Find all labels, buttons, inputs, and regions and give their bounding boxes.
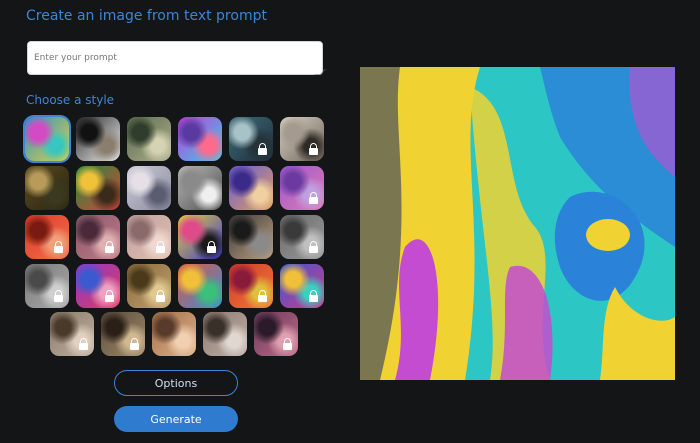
style-earth-texture-tile[interactable] xyxy=(127,264,171,308)
art-yellow-blob xyxy=(586,219,630,251)
style-ballet-thumbnail xyxy=(127,166,171,210)
style-architecture-thumbnail xyxy=(229,215,273,259)
style-icons-grid-thumbnail xyxy=(178,264,222,308)
lock-icon xyxy=(258,290,267,302)
style-robot-tile[interactable] xyxy=(178,117,222,161)
style-purple-figure-tile[interactable] xyxy=(76,264,120,308)
style-icons-grid-tile[interactable] xyxy=(178,264,222,308)
lock-icon xyxy=(54,290,63,302)
options-button[interactable]: Options xyxy=(114,370,238,396)
style-red-abstract-tile[interactable] xyxy=(229,264,273,308)
lock-icon xyxy=(309,192,318,204)
style-blur-face-tile[interactable] xyxy=(50,312,94,356)
style-blur-portrait-tile[interactable] xyxy=(76,215,120,259)
style-grid xyxy=(0,0,340,360)
style-pop-art-tile[interactable] xyxy=(178,215,222,259)
lock-icon xyxy=(207,241,216,253)
style-3d-room-tile[interactable] xyxy=(229,166,273,210)
lock-icon xyxy=(79,338,88,350)
lock-icon xyxy=(130,338,139,350)
style-portrait-woman-tile[interactable] xyxy=(229,117,273,161)
style-panda-tile[interactable] xyxy=(76,117,120,161)
style-3d-room-thumbnail xyxy=(229,166,273,210)
style-mona-lisa-tile[interactable] xyxy=(25,166,69,210)
lock-icon xyxy=(309,241,318,253)
style-kaleido-tile[interactable] xyxy=(280,264,324,308)
style-flowers-thumbnail xyxy=(76,166,120,210)
style-woman-portrait-thumbnail xyxy=(152,312,196,356)
style-soft-portrait-tile[interactable] xyxy=(127,215,171,259)
generated-image-art xyxy=(360,67,675,380)
style-architecture-tile[interactable] xyxy=(229,215,273,259)
style-sketch-machine-thumbnail xyxy=(178,166,222,210)
style-abstract-paint-thumbnail xyxy=(25,117,69,161)
lock-icon xyxy=(283,338,292,350)
generate-button[interactable]: Generate xyxy=(114,406,238,432)
lock-icon xyxy=(309,290,318,302)
style-vintage-photo-tile[interactable] xyxy=(280,117,324,161)
style-pastel-objects-tile[interactable] xyxy=(280,166,324,210)
lock-icon xyxy=(105,241,114,253)
style-blur-photo-tile[interactable] xyxy=(280,215,324,259)
style-sketch-machine-tile[interactable] xyxy=(178,166,222,210)
style-panda-thumbnail xyxy=(76,117,120,161)
style-abstract-paint-tile[interactable] xyxy=(25,117,69,161)
art-magenta-left xyxy=(395,239,439,380)
style-dark-portrait-tile[interactable] xyxy=(254,312,298,356)
style-flowers-tile[interactable] xyxy=(76,166,120,210)
style-robot-thumbnail xyxy=(178,117,222,161)
style-woman-portrait-tile[interactable] xyxy=(152,312,196,356)
lock-icon xyxy=(258,143,267,155)
style-hat-man-tile[interactable] xyxy=(203,312,247,356)
style-warrior-tile[interactable] xyxy=(101,312,145,356)
style-ballet-tile[interactable] xyxy=(127,166,171,210)
style-landscape-thumbnail xyxy=(127,117,171,161)
lock-icon xyxy=(156,290,165,302)
style-hat-man-thumbnail xyxy=(203,312,247,356)
style-landscape-tile[interactable] xyxy=(127,117,171,161)
lock-icon xyxy=(309,143,318,155)
lock-icon xyxy=(54,241,63,253)
generated-image xyxy=(360,67,675,380)
lock-icon xyxy=(105,290,114,302)
style-mosaic-gray-tile[interactable] xyxy=(25,264,69,308)
style-red-portrait-tile[interactable] xyxy=(25,215,69,259)
style-mona-lisa-thumbnail xyxy=(25,166,69,210)
lock-icon xyxy=(156,241,165,253)
